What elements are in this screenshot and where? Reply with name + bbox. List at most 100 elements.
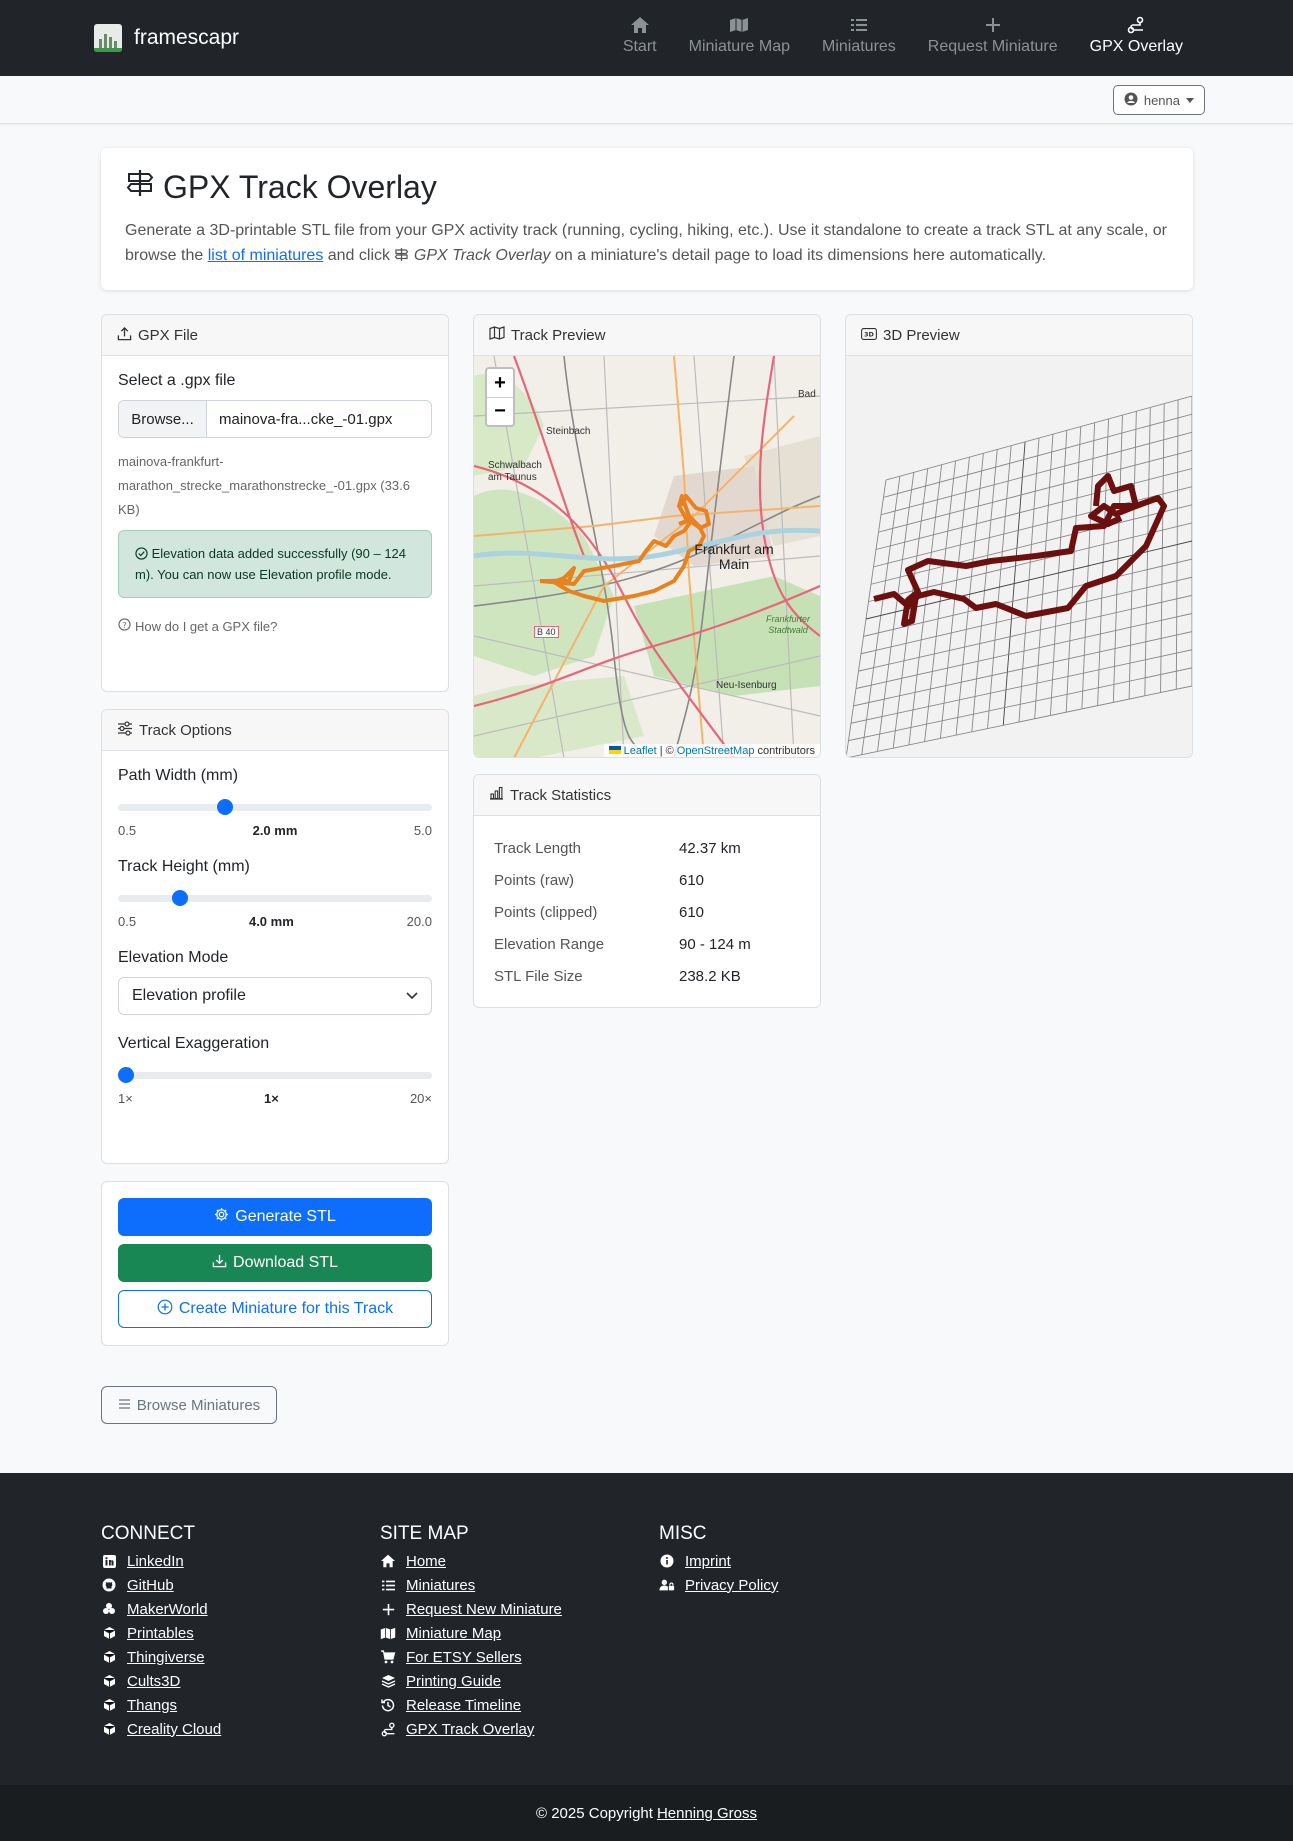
slider-thumb[interactable]: [171, 890, 188, 906]
user-menu-button[interactable]: henna: [1112, 85, 1205, 115]
footer-link-text[interactable]: Creality Cloud: [127, 1721, 221, 1738]
intro-text-part: and click: [323, 247, 395, 264]
button-label: Download STL: [233, 1254, 338, 1271]
nav-miniature-map[interactable]: Miniature Map: [673, 12, 806, 56]
footer-link-github[interactable]: GitHub: [101, 1573, 221, 1597]
path-width-slider[interactable]: [118, 793, 432, 821]
footer-link-text[interactable]: Imprint: [685, 1553, 731, 1570]
footer-link-privacy[interactable]: Privacy Policy: [659, 1573, 778, 1597]
footer-link-text[interactable]: For ETSY Sellers: [406, 1649, 522, 1666]
download-stl-button[interactable]: Download STL: [118, 1244, 432, 1282]
footer-link-text[interactable]: Miniatures: [406, 1577, 475, 1594]
footer-link-home[interactable]: Home: [380, 1549, 562, 1573]
footer-link-text[interactable]: Thingiverse: [127, 1649, 205, 1666]
range-max: 20.0: [406, 914, 432, 929]
footer-link-thangs[interactable]: Thangs: [101, 1693, 221, 1717]
footer-link-linkedin[interactable]: LinkedIn: [101, 1549, 221, 1573]
footer-link-creality-cloud[interactable]: Creality Cloud: [101, 1717, 221, 1741]
footer-link-imprint[interactable]: Imprint: [659, 1549, 778, 1573]
stats-row: Points (raw) 610: [494, 864, 800, 896]
track-map[interactable]: + − Steinbach Schwalbach am Taunus Bad F…: [474, 356, 820, 757]
stats-row: STL File Size 238.2 KB: [494, 960, 800, 992]
footer-link-makerworld[interactable]: MakerWorld: [101, 1597, 221, 1621]
brand[interactable]: framescapr: [94, 24, 239, 52]
attribution-contrib: contributors: [757, 745, 815, 757]
stats-table: Track Length 42.37 km Points (raw) 610 Poi…: [494, 832, 800, 992]
footer-link-text[interactable]: Home: [406, 1553, 446, 1570]
elevation-mode-select[interactable]: Elevation profile: [118, 977, 432, 1015]
stat-key: STL File Size: [494, 967, 583, 985]
map-zoom-control: + −: [485, 367, 515, 427]
footer-link-printables[interactable]: Printables: [101, 1621, 221, 1645]
footer-link-cults3d[interactable]: Cults3D: [101, 1669, 221, 1693]
slider-thumb[interactable]: [118, 1067, 134, 1083]
intro-text-part: on a miniature's detail page to load its…: [550, 247, 1047, 264]
file-info: mainova-frankfurt-marathon_strecke_marat…: [118, 454, 410, 517]
footer-link-text[interactable]: Privacy Policy: [685, 1577, 778, 1594]
footer-link-gpx-overlay[interactable]: GPX Track Overlay: [380, 1717, 562, 1741]
footer-link-etsy[interactable]: For ETSY Sellers: [380, 1645, 562, 1669]
path-width-value: 2.0 mm: [252, 823, 298, 838]
footer-link-text[interactable]: Printing Guide: [406, 1673, 501, 1690]
zoom-out-button[interactable]: −: [487, 397, 513, 425]
leaflet-link[interactable]: Leaflet: [624, 745, 657, 757]
route-icon: [380, 1722, 396, 1737]
track-height-label: Track Height (mm): [118, 858, 250, 875]
footer-link-text[interactable]: Request New Miniature: [406, 1601, 562, 1618]
footer-link-request[interactable]: Request New Miniature: [380, 1597, 562, 1621]
footer-link-text[interactable]: Miniature Map: [406, 1625, 501, 1642]
footer-link-text[interactable]: Release Timeline: [406, 1697, 521, 1714]
footer-link-text[interactable]: Thangs: [127, 1697, 177, 1714]
create-miniature-button[interactable]: Create Miniature for this Track: [118, 1290, 432, 1328]
footer-link-text[interactable]: GPX Track Overlay: [406, 1721, 534, 1738]
elevation-mode-value: Elevation profile: [132, 987, 246, 1004]
copyright-author-link[interactable]: Henning Gross: [657, 1805, 757, 1822]
stat-value: 610: [679, 871, 705, 889]
gpx-file-input[interactable]: Browse... mainova-fra...cke_-01.gpx: [118, 400, 432, 438]
cube-icon: [101, 1626, 117, 1640]
card-title: Track Statistics: [510, 786, 612, 804]
nav-request-miniature[interactable]: Request Miniature: [912, 12, 1074, 56]
gpx-help-link[interactable]: ? How do I get a GPX file?: [118, 618, 432, 634]
vertical-exaggeration-slider[interactable]: [118, 1061, 432, 1089]
generate-stl-button[interactable]: Generate STL: [118, 1198, 432, 1236]
footer-link-thingiverse[interactable]: Thingiverse: [101, 1645, 221, 1669]
footer-link-printing-guide[interactable]: Printing Guide: [380, 1669, 562, 1693]
nav-start[interactable]: Start: [607, 12, 673, 56]
footer-link-text[interactable]: Cults3D: [127, 1673, 180, 1690]
nav-label: Miniatures: [821, 38, 896, 55]
footer-link-text[interactable]: GitHub: [127, 1577, 174, 1594]
plus-circle-icon: [157, 1299, 173, 1320]
selected-file-name: mainova-fra...cke_-01.gpx: [219, 410, 393, 428]
nav-gpx-overlay[interactable]: GPX Overlay: [1074, 12, 1199, 56]
zoom-in-button[interactable]: +: [487, 369, 513, 397]
user-icon: [1124, 92, 1138, 109]
nav-label: Miniature Map: [688, 38, 790, 55]
navbar: framescapr Start Miniature Map Miniature…: [0, 0, 1293, 76]
track-height-slider[interactable]: [118, 884, 432, 912]
osm-link[interactable]: OpenStreetMap: [677, 745, 755, 757]
footer-link-text[interactable]: MakerWorld: [127, 1601, 208, 1618]
file-select-label: Select a .gpx file: [118, 372, 236, 389]
attribution-sep: | ©: [659, 745, 674, 757]
slider-thumb[interactable]: [217, 799, 234, 815]
cube-icon: [101, 1674, 117, 1688]
footer-link-map[interactable]: Miniature Map: [380, 1621, 562, 1645]
footer-link-miniatures[interactable]: Miniatures: [380, 1573, 562, 1597]
preview-3d-canvas[interactable]: [846, 356, 1192, 757]
info-circle-icon: [659, 1554, 675, 1568]
main-nav: Start Miniature Map Miniatures Request M…: [607, 12, 1199, 56]
map-label: Steinbach: [546, 426, 591, 437]
footer-link-text[interactable]: Printables: [127, 1625, 194, 1642]
chevron-down-icon: [1186, 97, 1194, 103]
browse-file-button[interactable]: Browse...: [119, 401, 207, 437]
alert-text: Elevation data added successfully (90 – …: [135, 546, 407, 582]
footer-link-release-timeline[interactable]: Release Timeline: [380, 1693, 562, 1717]
browse-miniatures-button[interactable]: Browse Miniatures: [101, 1386, 277, 1424]
svg-text:3D: 3D: [864, 330, 875, 338]
button-label: Generate STL: [235, 1208, 336, 1225]
miniatures-list-link[interactable]: list of miniatures: [208, 247, 324, 264]
footer-link-text[interactable]: LinkedIn: [127, 1553, 184, 1570]
nav-miniatures[interactable]: Miniatures: [806, 12, 912, 56]
track-options-header: Track Options: [102, 710, 448, 751]
